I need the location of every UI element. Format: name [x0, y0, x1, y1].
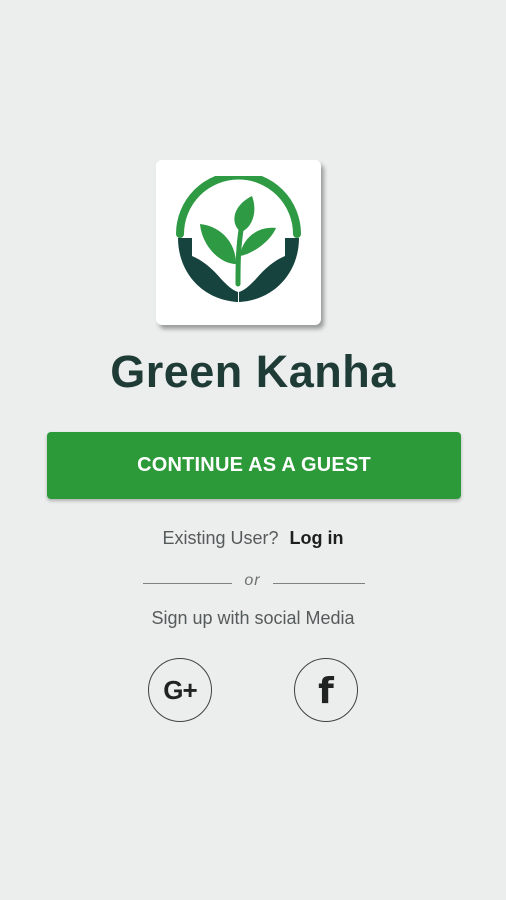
login-link[interactable]: Log in	[290, 528, 344, 548]
app-title: Green Kanha	[110, 346, 396, 397]
divider-line-right	[273, 583, 365, 584]
existing-user-row: Existing User? Log in	[0, 528, 506, 549]
divider-text: or	[244, 572, 261, 589]
google-plus-button[interactable]: G+	[148, 658, 212, 722]
existing-user-text: Existing User?	[162, 528, 279, 548]
facebook-icon: f	[318, 670, 334, 712]
or-divider: or	[0, 572, 506, 594]
divider-line-left	[143, 583, 232, 584]
continue-as-guest-button[interactable]: CONTINUE AS A GUEST	[47, 432, 461, 499]
facebook-button[interactable]: f	[294, 658, 358, 722]
app-logo	[156, 160, 321, 325]
google-plus-icon: G+	[163, 674, 197, 705]
signup-social-label: Sign up with social Media	[151, 608, 355, 628]
hands-sprout-icon	[176, 176, 301, 302]
